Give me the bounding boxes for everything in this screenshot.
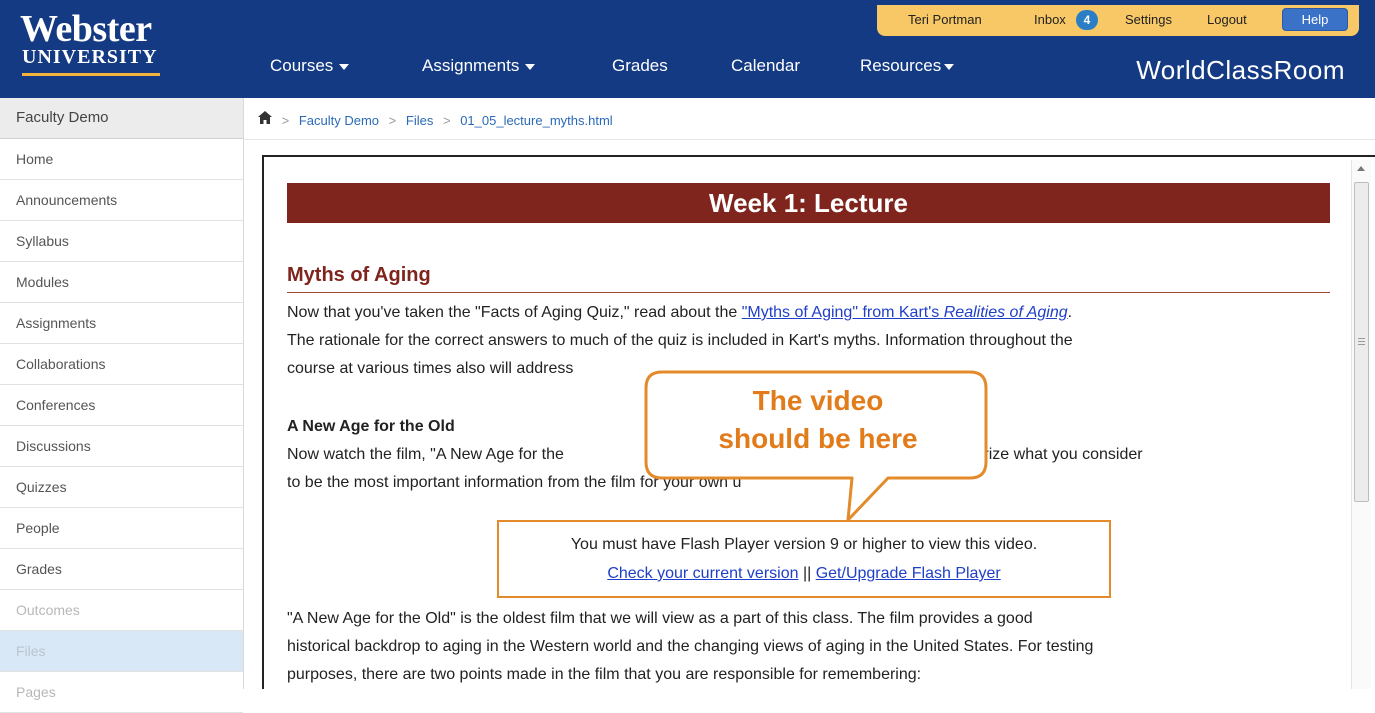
scroll-up-arrow-icon[interactable]: [1357, 166, 1365, 171]
callout-line2: should be here: [718, 423, 918, 454]
flash-message: You must have Flash Player version 9 or …: [570, 536, 1038, 553]
scroll-grip-icon: [1358, 338, 1365, 345]
paragraph-description-line1: "A New Age for the Old" is the oldest fi…: [287, 610, 1033, 627]
nav-assignments-label: Assignments: [422, 56, 520, 75]
settings-link[interactable]: Settings: [1125, 12, 1172, 27]
film-text-a: Now watch the film, "A New Age for the: [287, 446, 564, 463]
sidebar-item-assignments[interactable]: Assignments: [0, 303, 243, 344]
flash-video-placeholder: You must have Flash Player version 9 or …: [497, 520, 1111, 598]
breadcrumb-course-link[interactable]: Faculty Demo: [299, 113, 379, 128]
sidebar-item-discussions[interactable]: Discussions: [0, 426, 243, 467]
user-bar: Teri Portman Inbox 4 Settings Logout Hel…: [877, 5, 1359, 36]
help-button[interactable]: Help: [1282, 8, 1348, 31]
check-version-link[interactable]: Check your current version: [607, 565, 798, 582]
intro-text: Now that you've taken the "Facts of Agin…: [287, 304, 742, 321]
chevron-down-icon: [339, 63, 350, 70]
sidebar-item-pages[interactable]: Pages: [0, 672, 243, 713]
section-divider: [287, 292, 1330, 293]
sidebar-item-files[interactable]: Files: [0, 631, 243, 672]
nav-resources[interactable]: Resources: [860, 56, 955, 76]
upgrade-flash-link[interactable]: Get/Upgrade Flash Player: [816, 565, 1001, 582]
top-header: Webster UNIVERSITY Teri Portman Inbox 4 …: [0, 0, 1375, 98]
week-banner: Week 1: Lecture: [287, 183, 1330, 223]
sidebar-course-title[interactable]: Faculty Demo: [0, 98, 243, 139]
section-title: Myths of Aging: [287, 264, 431, 286]
sidebar-item-conferences[interactable]: Conferences: [0, 385, 243, 426]
sidebar-item-announcements[interactable]: Announcements: [0, 180, 243, 221]
webster-logo[interactable]: Webster UNIVERSITY: [20, 8, 160, 76]
paragraph-intro-line2: The rationale for the correct answers to…: [287, 332, 1073, 349]
user-name-link[interactable]: Teri Portman: [908, 12, 982, 27]
breadcrumb-file-link[interactable]: 01_05_lecture_myths.html: [460, 113, 612, 128]
logo-underline: [22, 73, 160, 76]
flash-links: Check your current version || Get/Upgrad…: [499, 565, 1109, 583]
callout-line1: The video: [752, 385, 884, 416]
breadcrumb-separator: >: [442, 113, 451, 128]
paragraph-description-line3: purposes, there are two points made in t…: [287, 666, 922, 683]
paragraph-intro-line3: course at various times also will addres…: [287, 360, 574, 377]
home-icon[interactable]: [258, 107, 272, 133]
paragraph-description-line2: historical backdrop to aging in the West…: [287, 638, 1094, 655]
nav-calendar[interactable]: Calendar: [731, 56, 800, 76]
content-scrollbar[interactable]: [1351, 160, 1371, 689]
sidebar-item-grades[interactable]: Grades: [0, 549, 243, 590]
intro-period: .: [1067, 304, 1073, 321]
sidebar-item-people[interactable]: People: [0, 508, 243, 549]
sidebar-item-collaborations[interactable]: Collaborations: [0, 344, 243, 385]
subsection-title: A New Age for the Old: [287, 418, 455, 435]
myths-of-aging-link[interactable]: "Myths of Aging" from Kart's Realities o…: [742, 304, 1068, 321]
breadcrumb: > Faculty Demo > Files > 01_05_lecture_m…: [258, 108, 613, 134]
chevron-down-icon: [525, 63, 536, 70]
nav-grades[interactable]: Grades: [612, 56, 668, 76]
flash-link-separator: ||: [798, 565, 816, 582]
sidebar-item-modules[interactable]: Modules: [0, 262, 243, 303]
myths-link-text: "Myths of Aging" from Kart's: [741, 304, 944, 321]
inbox-link[interactable]: Inbox: [1034, 12, 1066, 27]
paragraph-intro-line1: Now that you've taken the "Facts of Agin…: [287, 299, 1072, 327]
inbox-count-badge[interactable]: 4: [1076, 10, 1098, 30]
chevron-down-icon: [944, 63, 955, 70]
nav-courses[interactable]: Courses: [270, 56, 350, 76]
sidebar-item-quizzes[interactable]: Quizzes: [0, 467, 243, 508]
breadcrumb-separator: >: [281, 113, 290, 128]
logo-name: Webster: [20, 8, 152, 50]
brand-name: WorldClassRoom: [1136, 55, 1345, 85]
logo-subtitle: UNIVERSITY: [22, 46, 158, 68]
logout-link[interactable]: Logout: [1207, 12, 1247, 27]
course-sidebar: Faculty Demo Home Announcements Syllabus…: [0, 98, 244, 713]
breadcrumb-separator: >: [388, 113, 397, 128]
sidebar-item-syllabus[interactable]: Syllabus: [0, 221, 243, 262]
nav-assignments[interactable]: Assignments: [422, 56, 536, 76]
nav-resources-label: Resources: [860, 56, 942, 75]
scroll-thumb[interactable]: [1354, 182, 1369, 502]
nav-courses-label: Courses: [270, 56, 334, 75]
breadcrumb-files-link[interactable]: Files: [406, 113, 433, 128]
sidebar-item-home[interactable]: Home: [0, 139, 243, 180]
myths-link-book-title: Realities of Aging: [943, 304, 1068, 321]
callout-text: The video should be here: [660, 382, 976, 458]
sidebar-item-outcomes[interactable]: Outcomes: [0, 590, 243, 631]
breadcrumb-divider: [244, 139, 1375, 140]
